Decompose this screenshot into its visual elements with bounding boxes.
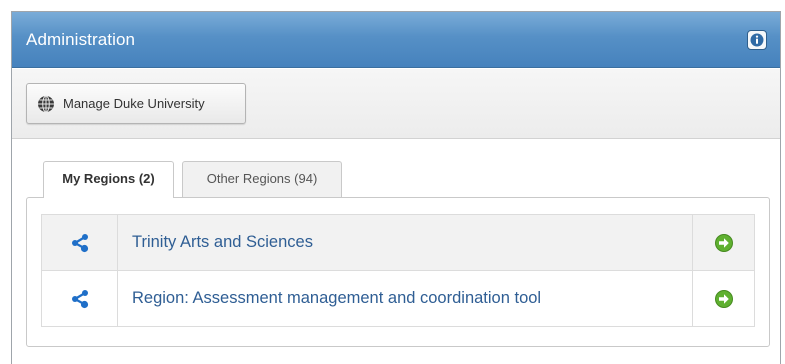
go-arrow-icon[interactable] — [714, 233, 734, 253]
panel-title: Administration — [26, 30, 136, 49]
share-icon — [72, 234, 89, 253]
region-row[interactable]: Region: Assessment management and coordi… — [41, 270, 755, 327]
toolbar: Manage Duke University — [12, 69, 780, 139]
panel-header: Administration — [12, 12, 780, 68]
tab-content: Trinity Arts and Sciences Region: Assess… — [26, 197, 770, 347]
region-name-link[interactable]: Trinity Arts and Sciences — [132, 233, 313, 252]
tab-other-regions[interactable]: Other Regions (94) — [182, 161, 342, 197]
tab-my-regions[interactable]: My Regions (2) — [43, 161, 174, 198]
regions-tabs: My Regions (2) Other Regions (94) Trinit… — [12, 140, 780, 364]
share-icon — [72, 290, 89, 309]
globe-icon — [38, 95, 54, 113]
info-icon[interactable] — [747, 30, 767, 50]
manage-button-label: Manage Duke University — [63, 96, 205, 111]
region-row[interactable]: Trinity Arts and Sciences — [41, 214, 755, 271]
manage-duke-university-button[interactable]: Manage Duke University — [26, 83, 246, 124]
region-name-link[interactable]: Region: Assessment management and coordi… — [132, 289, 541, 308]
go-arrow-icon[interactable] — [714, 289, 734, 309]
administration-panel: Administration Manage Duke University My… — [11, 11, 781, 364]
